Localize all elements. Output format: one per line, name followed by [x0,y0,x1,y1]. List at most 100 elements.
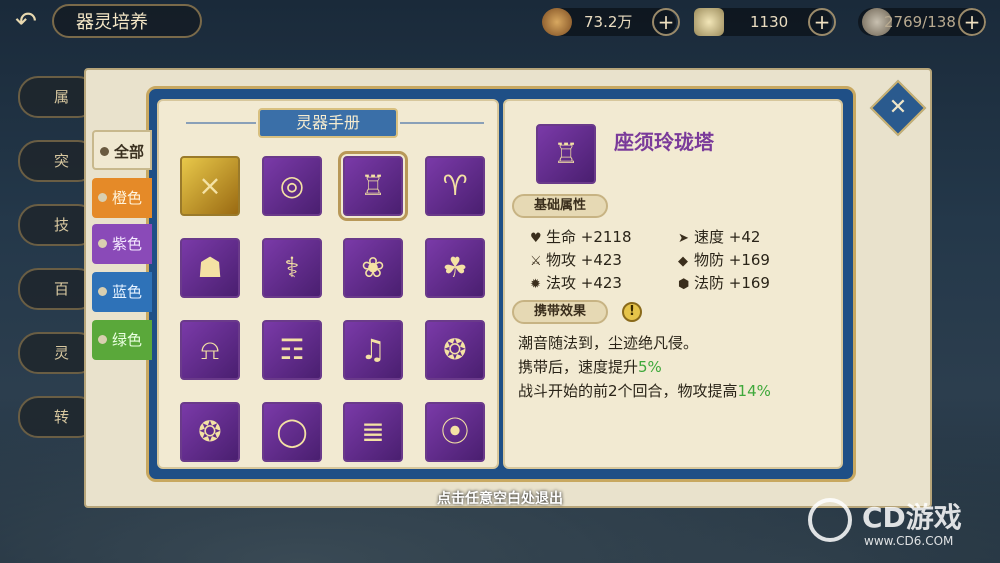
handbook-item[interactable]: ⍾ [180,320,240,380]
lotus-wand-icon: ❀ [361,251,385,284]
ingot-value: 1130 [750,13,789,31]
add-coin-button[interactable]: + [652,8,680,36]
add-ingot-button[interactable]: + [808,8,836,36]
effect-line-3: 战斗开始的前2个回合，物攻提高14% [518,380,771,401]
handbook-item[interactable]: ⦿ [425,402,485,462]
ingot-resource: 1130 + [694,8,836,36]
stat-hp: ♥ 生命 +2118 [530,226,632,247]
dragon-ring-icon: ◎ [279,169,305,202]
effect-text: 携带后，速度提升 [518,358,639,376]
stat-phys-atk: ⚔ 物攻 +423 [530,249,622,270]
stat-text: 速度 +42 [694,228,761,246]
carry-effect-label: 携带效果 [512,300,608,324]
effect-line-1: 潮音随法到，尘迹绝凡侵。 [518,334,699,352]
magic-atk-icon: ✹ [530,277,541,292]
handbook-item[interactable]: ❀ [343,238,403,298]
bell-icon: ⍾ [200,333,220,366]
watermark-logo-icon [808,498,852,542]
red-talisman-icon: ≣ [361,415,385,448]
handbook-item[interactable]: ⨯ [180,156,240,216]
handbook-item[interactable]: ◯ [262,402,322,462]
pagoda-icon: ♖ [553,137,579,170]
effect-text: 战斗开始的前2个回合，物攻提高 [518,382,738,400]
stat-magic-def: ⬢ 法防 +169 [678,272,770,293]
crossbow-icon: ⨯ [198,169,222,202]
watermark-title: CD游戏 [862,501,962,534]
gourd-icon: ☗ [197,251,223,284]
filter-tab-label: 全部 [114,143,145,161]
handbook-item[interactable]: ♖ [338,151,408,221]
side-tab-label: 技 [54,216,70,234]
jade-bracelet-icon: ◯ [276,415,308,448]
filter-tab-orange[interactable]: 橙色 [92,178,152,218]
watermark-url: www.CD6.COM [864,534,954,548]
filter-tab-green[interactable]: 绿色 [92,320,152,360]
effect-highlight: 14% [737,382,771,400]
stat-text: 生命 +2118 [546,228,632,246]
filter-dot-icon [100,147,109,156]
filter-tab-label: 蓝色 [112,283,143,301]
filter-dot-icon [98,287,107,296]
handbook-item[interactable]: ◎ [262,156,322,216]
handbook-item[interactable]: ⚕ [262,238,322,298]
effect-highlight: 5% [638,358,662,376]
handbook-item[interactable]: ☶ [262,320,322,380]
selected-item-thumb: ♖ [536,124,596,184]
jade-beast-icon: ☘ [442,251,468,284]
prayer-beads-icon: ⦿ [440,415,469,448]
handbook-item[interactable]: ♫ [343,320,403,380]
stat-speed: ➤ 速度 +42 [678,226,760,247]
top-bar: ↶ 器灵培养 73.2万 + 1130 + 2769/138 + [0,0,1000,46]
add-stamina-button[interactable]: + [958,8,986,36]
stamina-resource: 2769/138 + [858,8,986,36]
handbook-item[interactable]: ❂ [425,320,485,380]
sword-icon: ⚔ [530,254,542,269]
filter-dot-icon [98,239,107,248]
stat-text: 法防 +169 [694,274,770,292]
handbook-item[interactable]: ☘ [425,238,485,298]
page-title: 器灵培养 [52,4,202,38]
lantern-spear-icon: ❂ [443,333,467,366]
stat-text: 物防 +169 [694,251,770,269]
shield-icon: ◆ [678,254,688,269]
golden-staff-icon: ⚕ [284,251,300,284]
coin-icon [542,8,572,36]
filter-dot-icon [98,335,107,344]
filter-tab-purple[interactable]: 紫色 [92,224,152,264]
stat-magic-atk: ✹ 法攻 +423 [530,272,622,293]
filter-tab-all[interactable]: 全部 [92,130,152,170]
effect-line-2: 携带后，速度提升5% [518,356,662,377]
filter-dot-icon [98,193,107,202]
coin-value: 73.2万 [584,13,633,31]
heart-icon: ♥ [530,231,542,246]
stamina-value: 2769/138 [884,13,956,31]
handbook-item[interactable]: ≣ [343,402,403,462]
side-tab-label: 百 [54,280,70,298]
close-icon: ✕ [888,95,908,120]
side-tab-label: 灵 [54,344,70,362]
stat-phys-def: ◆ 物防 +169 [678,249,770,270]
base-stats-label: 基础属性 [512,194,608,218]
pagoda-icon: ♖ [360,169,386,202]
pipa-icon: ♫ [360,333,386,366]
stat-text: 法攻 +423 [546,274,622,292]
watermark: CD游戏 www.CD6.COM [808,496,994,556]
filter-tab-label: 橙色 [112,189,143,207]
fan-icon: ❂ [198,415,222,448]
side-tab-label: 突 [54,152,70,170]
back-arrow-icon[interactable]: ↶ [6,6,46,38]
stat-text: 物攻 +423 [546,251,622,269]
side-tab-label: 转 [54,408,70,426]
coin-resource: 73.2万 + [542,8,680,36]
info-exclamation-icon[interactable]: ! [622,302,642,322]
filter-tab-label: 紫色 [112,235,143,253]
handbook-title: 灵器手册 [258,108,398,138]
handbook-item[interactable]: ❂ [180,402,240,462]
ingot-icon [694,8,724,36]
banner-divider-left [186,122,256,124]
filter-tab-blue[interactable]: 蓝色 [92,272,152,312]
handbook-item[interactable]: ☗ [180,238,240,298]
banner-divider-right [400,122,484,124]
item-name: 座须玲珑塔 [614,130,714,154]
handbook-item[interactable]: ♈ [425,156,485,216]
